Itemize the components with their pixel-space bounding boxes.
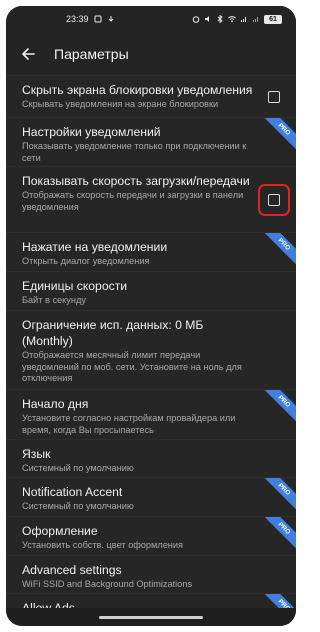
wifi-icon — [228, 16, 236, 23]
setting-subtitle: Системный по умолчанию — [22, 501, 134, 511]
setting-subtitle: WiFi SSID and Background Optimizations — [22, 579, 193, 589]
navigation-bar — [6, 608, 296, 626]
status-bar: 23:39 61 — [6, 6, 296, 32]
setting-subtitle: Отображать скорость передачи и загрузки … — [22, 190, 244, 212]
signal-2-icon — [253, 17, 258, 22]
setting-show-speed[interactable]: Показывать скорость загрузки/передачи От… — [6, 167, 296, 233]
setting-subtitle: Системный по умолчанию — [22, 463, 134, 473]
show-speed-checkbox[interactable] — [268, 193, 280, 206]
setting-theme[interactable]: Оформление Установить собств. цвет оформ… — [6, 517, 296, 556]
setting-subtitle: Скрывать уведомления на экране блокировк… — [22, 99, 219, 109]
hide-lockscreen-checkbox[interactable] — [268, 90, 280, 103]
download-icon — [108, 16, 113, 22]
setting-hide-lockscreen[interactable]: Скрыть экрана блокировки уведомления Скр… — [6, 76, 296, 118]
app-bar: Параметры — [6, 32, 296, 76]
setting-title: Язык — [22, 447, 51, 461]
setting-subtitle: Открыть диалог уведомления — [22, 256, 150, 266]
setting-title: Скрыть экрана блокировки уведомления — [22, 83, 253, 97]
setting-subtitle: Установить собств. цвет оформления — [22, 540, 183, 550]
pro-badge: PRO — [262, 233, 296, 267]
phone-screen: 23:39 61 Параметры Скрыть экрана блокиро… — [6, 6, 296, 626]
pro-badge: PRO — [262, 478, 296, 512]
arrow-left-icon — [22, 47, 35, 60]
page-title: Параметры — [54, 45, 129, 62]
home-indicator[interactable] — [99, 615, 203, 619]
setting-title: Настройки уведомлений — [22, 125, 161, 139]
setting-day-start[interactable]: Начало дня Установите согласно настройка… — [6, 390, 296, 440]
alarm-icon — [192, 16, 200, 23]
setting-title: Advanced settings — [22, 563, 122, 577]
pro-badge: PRO — [262, 517, 296, 551]
setting-language[interactable]: Язык Системный по умолчанию — [6, 440, 296, 478]
bluetooth-icon — [217, 15, 223, 23]
notification-icon — [94, 15, 102, 23]
setting-advanced[interactable]: Advanced settings WiFi SSID and Backgrou… — [6, 556, 296, 594]
back-button[interactable] — [6, 32, 50, 76]
setting-title: Notification Accent — [22, 485, 123, 499]
setting-subtitle: Показывать уведомление только при подклю… — [22, 141, 247, 163]
setting-subtitle: Байт в секунду — [22, 295, 86, 305]
status-time: 23:39 — [66, 14, 89, 24]
setting-notification-accent[interactable]: Notification Accent Системный по умолчан… — [6, 478, 296, 517]
setting-data-limit[interactable]: Ограничение исп. данных: 0 МБ (Monthly) … — [6, 311, 296, 390]
setting-notification-settings[interactable]: Настройки уведомлений Показывать уведомл… — [6, 118, 296, 167]
pro-badge: PRO — [262, 118, 296, 152]
setting-title: Начало дня — [22, 397, 89, 411]
setting-subtitle: Установите согласно настройкам провайдер… — [22, 413, 236, 435]
pro-badge: PRO — [262, 390, 296, 424]
battery-icon: 61 — [264, 14, 282, 24]
highlight-frame — [258, 183, 290, 216]
setting-title: Нажатие на уведомлении — [22, 240, 168, 254]
signal-icon — [241, 17, 246, 22]
settings-list: Скрыть экрана блокировки уведомления Скр… — [6, 76, 296, 626]
setting-speed-units[interactable]: Единицы скорости Байт в секунду — [6, 272, 296, 311]
setting-title: Показывать скорость загрузки/передачи — [22, 174, 250, 188]
setting-notification-tap[interactable]: Нажатие на уведомлении Открыть диалог ув… — [6, 233, 296, 272]
mute-icon — [205, 16, 209, 22]
setting-title: Единицы скорости — [22, 279, 128, 293]
setting-subtitle: Отображается месячный лимит передачи уве… — [22, 350, 242, 383]
setting-title: Ограничение исп. данных: 0 МБ (Monthly) — [22, 318, 204, 348]
setting-title: Оформление — [22, 524, 98, 538]
